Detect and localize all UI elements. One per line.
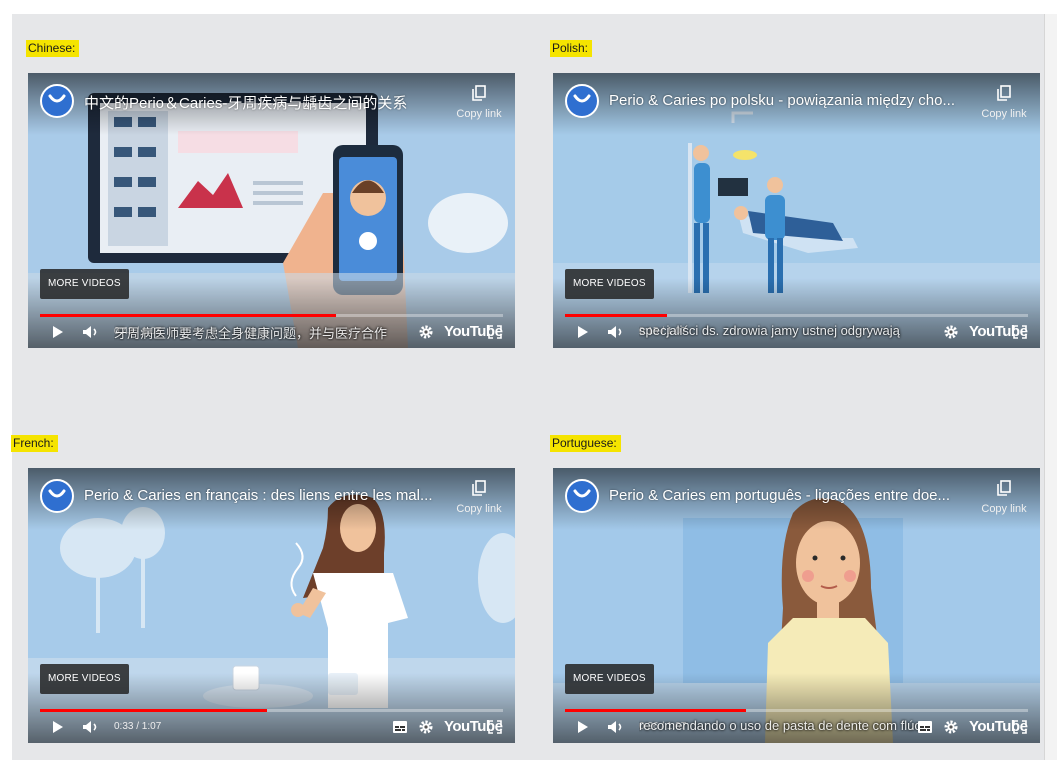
language-label-portuguese: Portuguese: (550, 435, 621, 452)
copy-link-icon (472, 85, 486, 101)
play-icon[interactable] (52, 720, 64, 734)
copy-link-label: Copy link (981, 108, 1027, 120)
gear-icon[interactable] (418, 719, 434, 735)
channel-logo-icon[interactable] (565, 84, 599, 118)
copy-link-icon (472, 480, 486, 496)
gear-icon[interactable] (943, 324, 959, 340)
more-videos-button[interactable]: MORE VIDEOS (565, 269, 654, 299)
play-icon[interactable] (577, 720, 589, 734)
fullscreen-icon[interactable] (1013, 720, 1027, 734)
progress-fill (565, 709, 746, 712)
channel-logo-icon[interactable] (40, 479, 74, 513)
language-label-chinese: Chinese: (26, 40, 80, 57)
volume-icon[interactable] (607, 325, 625, 339)
copy-link-button[interactable]: Copy link (451, 480, 507, 517)
progress-fill (565, 314, 667, 317)
gear-icon[interactable] (418, 324, 434, 340)
video-title[interactable]: Perio & Caries em português - ligações e… (609, 487, 961, 504)
copy-link-button[interactable]: Copy link (976, 85, 1032, 122)
player-controls: 0:15 / 1:07 specjaliści ds. zdrowia jamy… (553, 318, 1040, 348)
language-label-french: French: (11, 435, 58, 452)
more-videos-button[interactable]: MORE VIDEOS (565, 664, 654, 694)
copy-link-label: Copy link (456, 503, 502, 515)
player-controls: 0:43 / 1:07 牙周病医师要考虑全身健康问题，并与医疗合作 YouTub… (28, 318, 515, 348)
copy-link-button[interactable]: Copy link (976, 480, 1032, 517)
video-player-chinese[interactable]: 中文的Perio＆Caries-牙周疾病与龋齿之间的关系 Copy link M… (28, 73, 515, 348)
fullscreen-icon[interactable] (488, 720, 502, 734)
copy-link-label: Copy link (981, 503, 1027, 515)
copy-link-button[interactable]: Copy link (451, 85, 507, 122)
fullscreen-icon[interactable] (1013, 325, 1027, 339)
progress-bar[interactable] (565, 314, 1028, 317)
video-title[interactable]: Perio & Caries en français : des liens e… (84, 487, 436, 504)
time-display: 0:33 / 1:07 (114, 721, 162, 732)
video-title[interactable]: 中文的Perio＆Caries-牙周疾病与龋齿之间的关系 (84, 92, 436, 113)
video-player-french[interactable]: Perio & Caries en français : des liens e… (28, 468, 515, 743)
scrollbar[interactable] (1044, 14, 1057, 760)
progress-bar[interactable] (565, 709, 1028, 712)
gear-icon[interactable] (943, 719, 959, 735)
volume-icon[interactable] (82, 720, 100, 734)
captions-icon[interactable] (917, 720, 933, 734)
video-player-portuguese[interactable]: Perio & Caries em português - ligações e… (553, 468, 1040, 743)
subtitle-text: recomendando o uso de pasta de dente com… (639, 718, 926, 733)
volume-icon[interactable] (607, 720, 625, 734)
channel-logo-icon[interactable] (40, 84, 74, 118)
copy-link-icon (997, 85, 1011, 101)
video-player-polish[interactable]: Perio & Caries po polsku - powiązania mi… (553, 73, 1040, 348)
volume-icon[interactable] (82, 325, 100, 339)
play-icon[interactable] (577, 325, 589, 339)
language-label-polish: Polish: (550, 40, 593, 57)
subtitle-text: 牙周病医师要考虑全身健康问题，并与医疗合作 (114, 326, 388, 341)
channel-logo-icon[interactable] (565, 479, 599, 513)
more-videos-button[interactable]: MORE VIDEOS (40, 664, 129, 694)
more-videos-button[interactable]: MORE VIDEOS (40, 269, 129, 299)
player-controls: 0:33 / 1:07 YouTube (28, 713, 515, 743)
progress-fill (40, 314, 337, 317)
copy-link-icon (997, 480, 1011, 496)
fullscreen-icon[interactable] (488, 325, 502, 339)
captions-icon[interactable] (392, 720, 408, 734)
subtitle-text: specjaliści ds. zdrowia jamy ustnej odgr… (639, 323, 900, 338)
player-controls: 0:26 / 1:07 recomendando o uso de pasta … (553, 713, 1040, 743)
play-icon[interactable] (52, 325, 64, 339)
copy-link-label: Copy link (456, 108, 502, 120)
progress-bar[interactable] (40, 709, 503, 712)
progress-bar[interactable] (40, 314, 503, 317)
progress-fill (40, 709, 267, 712)
video-title[interactable]: Perio & Caries po polsku - powiązania mi… (609, 92, 961, 109)
